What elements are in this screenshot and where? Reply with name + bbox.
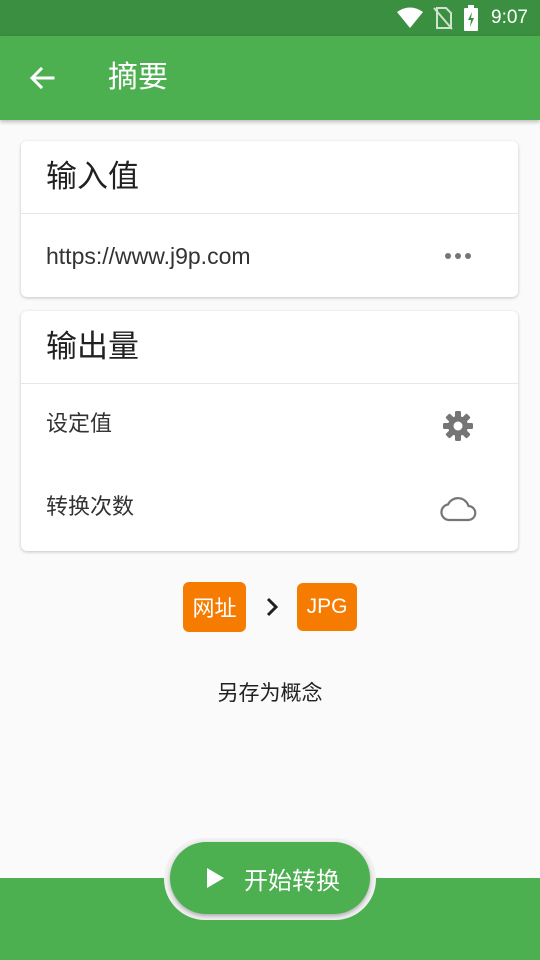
start-conversion-button[interactable]: 开始转换 xyxy=(170,842,370,914)
input-value-row[interactable]: https://www.j9p.com xyxy=(21,214,518,297)
conversion-format-row: 网址 JPG xyxy=(0,582,540,632)
cloud-button[interactable] xyxy=(438,489,478,529)
input-card-title: 输入值 xyxy=(46,159,139,195)
settings-label: 设定值 xyxy=(46,412,113,437)
input-value: https://www.j9p.com xyxy=(46,243,251,269)
target-format-chip[interactable]: JPG xyxy=(297,583,357,631)
conversion-count-row[interactable]: 转换次数 xyxy=(21,467,518,550)
settings-row[interactable]: 设定值 xyxy=(21,384,518,467)
arrow-left-icon xyxy=(29,66,55,90)
more-button[interactable] xyxy=(438,236,478,276)
input-card-header: 输入值 xyxy=(21,141,518,214)
start-conversion-label: 开始转换 xyxy=(244,866,340,895)
page-title: 摘要 xyxy=(108,60,168,95)
status-bar: 9:07 xyxy=(0,0,540,36)
save-as-label[interactable]: 另存为概念 xyxy=(0,678,540,708)
chevron-right-icon xyxy=(266,597,279,617)
status-time: 9:07 xyxy=(491,7,528,28)
gear-icon xyxy=(443,411,473,441)
settings-button[interactable] xyxy=(438,406,478,446)
output-card: 输出量 设定值 转换次数 xyxy=(21,311,518,551)
source-format-chip[interactable]: 网址 xyxy=(183,582,246,632)
more-horiz-icon xyxy=(445,253,471,259)
conversion-count-label: 转换次数 xyxy=(46,495,135,520)
output-card-title: 输出量 xyxy=(46,329,139,365)
status-icons: 9:07 xyxy=(397,0,528,36)
wifi-icon xyxy=(397,7,424,28)
battery-charging-icon xyxy=(464,5,479,31)
play-icon xyxy=(204,866,226,890)
back-button[interactable] xyxy=(18,54,66,102)
cloud-icon xyxy=(440,497,477,522)
output-card-header: 输出量 xyxy=(21,311,518,384)
app-bar: 摘要 xyxy=(0,36,540,120)
no-sim-icon xyxy=(433,7,453,30)
input-card: 输入值 https://www.j9p.com xyxy=(21,141,518,297)
